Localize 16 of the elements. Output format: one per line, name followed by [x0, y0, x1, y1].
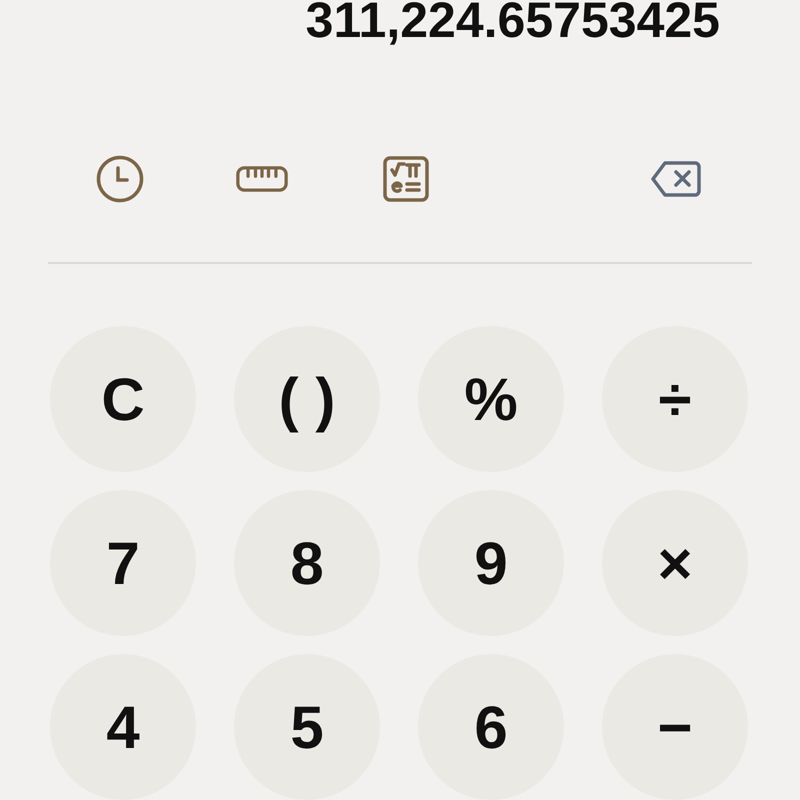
keypad-key[interactable]: 5 [234, 654, 380, 800]
keypad-key[interactable]: 9 [418, 490, 564, 636]
formula-icon [383, 156, 429, 202]
backspace-icon [651, 160, 701, 197]
keypad-key[interactable]: ÷ [602, 326, 748, 472]
keypad-key[interactable]: − [602, 654, 748, 800]
keypad-key[interactable]: 4 [50, 654, 196, 800]
clock-icon [96, 154, 144, 203]
keypad-key[interactable]: × [602, 490, 748, 636]
ruler-icon [236, 164, 288, 193]
keypad-key[interactable]: % [418, 326, 564, 472]
keypad-key[interactable]: ( ) [234, 326, 380, 472]
keypad-key[interactable]: C [50, 326, 196, 472]
keypad-key[interactable]: 6 [418, 654, 564, 800]
keypad-key[interactable]: 7 [50, 490, 196, 636]
keypad-key[interactable]: 8 [234, 490, 380, 636]
